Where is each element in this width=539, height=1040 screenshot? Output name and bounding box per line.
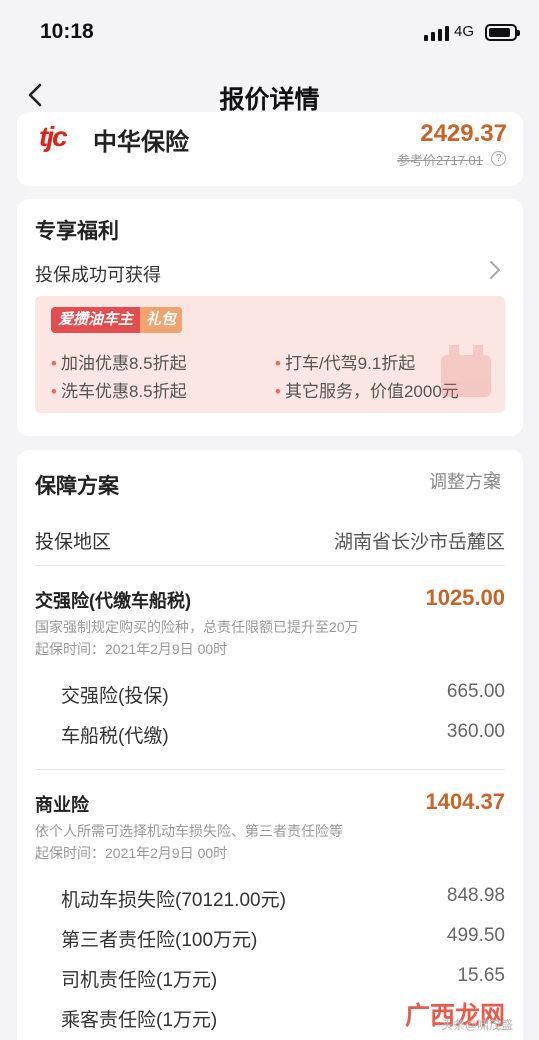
gift-tag-accent: 礼包 — [140, 307, 183, 333]
region-label: 投保地区 — [35, 532, 112, 553]
divider — [35, 565, 505, 566]
status-bar: 10:18 4G — [0, 0, 539, 62]
region-value: 湖南省长沙市岳麓区 — [333, 532, 505, 553]
coverage-plan-card: 保障方案 调整方案 投保地区 湖南省长沙市岳麓区 交强险(代缴车船税) 1025… — [17, 450, 523, 1040]
battery-icon — [485, 24, 520, 41]
gift-tag: 爱攒油车主 礼包 — [51, 307, 183, 333]
coverage-row-label: 司机责任险(1万元) — [61, 970, 218, 991]
gift-tag-main: 爱攒油车主 — [51, 307, 141, 333]
chevron-right-icon[interactable] — [489, 470, 501, 490]
compulsory-amount: 1025.00 — [425, 585, 505, 610]
insurer-name: 中华保险 — [93, 129, 189, 156]
gift-item: 打车/代驾9.1折起 — [275, 349, 415, 374]
divider — [35, 769, 505, 770]
gift-item: 加油优惠8.5折起 — [51, 349, 187, 374]
gift-item: 洗车优惠8.5折起 — [51, 377, 187, 402]
benefits-title: 专享福利 — [35, 220, 119, 243]
gift-decoration-icon — [441, 345, 491, 397]
benefits-card: 专享福利 投保成功可获得 爱攒油车主 礼包 加油优惠8.5折起 打车/代驾9.1… — [17, 199, 523, 436]
watermark-credit: 头条@啸茂盛 — [441, 1018, 514, 1032]
commercial-title: 商业险 — [35, 795, 89, 815]
commercial-amount: 1404.37 — [425, 789, 505, 814]
plan-title: 保障方案 — [35, 475, 119, 498]
coverage-row-label: 乘客责任险(1万元) — [61, 1010, 218, 1031]
benefits-subtitle[interactable]: 投保成功可获得 — [35, 261, 161, 287]
signal-icon — [424, 26, 449, 41]
compulsory-title: 交强险(代缴车船税) — [35, 591, 191, 611]
help-icon[interactable]: ? — [491, 151, 506, 166]
coverage-row-value: 360.00 — [446, 721, 505, 742]
gift-item: 其它服务，价值2000元 — [275, 377, 459, 402]
coverage-row-label: 交强险(投保) — [61, 686, 169, 707]
network-type: 4G — [454, 23, 475, 40]
coverage-row-value: 15.65 — [457, 965, 505, 986]
gift-package: 爱攒油车主 礼包 加油优惠8.5折起 打车/代驾9.1折起 洗车优惠8.5折起 … — [35, 296, 505, 413]
coverage-row-label: 第三者责任险(100万元) — [61, 930, 258, 951]
insurer-logo: tjc — [39, 121, 68, 152]
coverage-row-label: 车船税(代缴) — [61, 726, 169, 747]
compulsory-desc: 国家强制规定购买的险种，总责任限额已提升至20万 — [35, 619, 359, 635]
coverage-row-label: 机动车损失险(70121.00元) — [61, 890, 286, 911]
quote-price: 2429.37 — [420, 120, 507, 147]
reference-price: 参考价2717.01 — [397, 153, 483, 168]
page-title: 报价详情 — [219, 86, 320, 114]
coverage-row-value: 499.50 — [446, 925, 505, 946]
commercial-start-time: 起保时间：2021年2月9日 00时 — [35, 845, 228, 861]
coverage-row-value: 665.00 — [446, 681, 505, 702]
insurer-card[interactable]: tjc 中华保险 2429.37 参考价2717.01 ? — [17, 112, 523, 186]
coverage-row-value: 848.98 — [446, 885, 505, 906]
compulsory-start-time: 起保时间：2021年2月9日 00时 — [35, 641, 228, 657]
chevron-right-icon[interactable] — [489, 260, 501, 280]
status-time: 10:18 — [40, 20, 94, 43]
commercial-desc: 依个人所需可选择机动车损失险、第三者责任险等 — [35, 823, 343, 839]
